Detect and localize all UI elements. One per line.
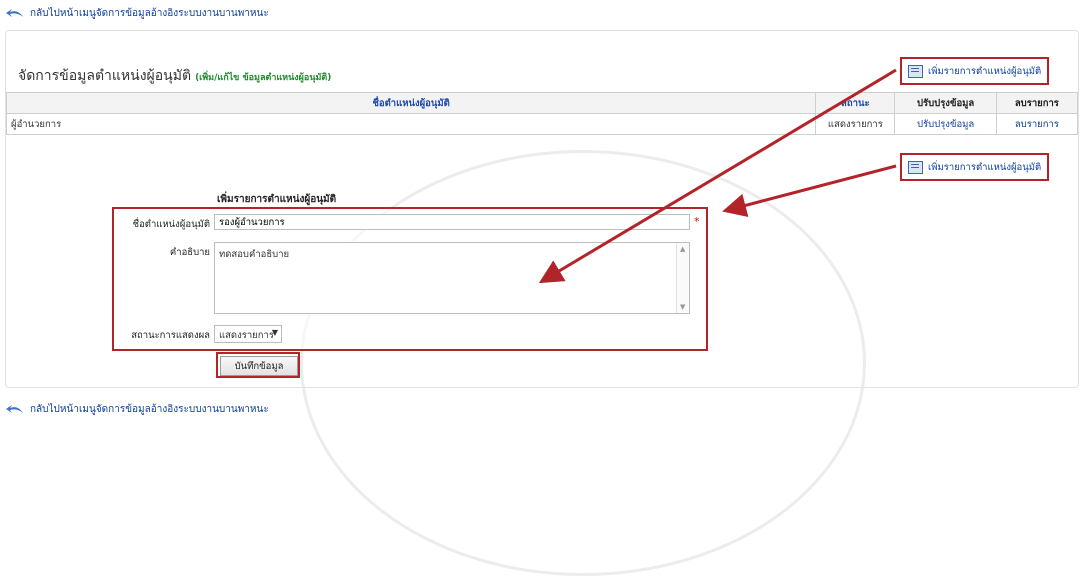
- arrow-to-form-right: [722, 164, 897, 218]
- back-arrow-icon: [6, 404, 23, 413]
- arrow-to-form-left: [538, 68, 897, 284]
- back-link-text[interactable]: กลับไปหน้าเมนูจัดการข้อมูลอ้างอิงระบบงาน…: [30, 402, 269, 417]
- annotation-arrows: [538, 68, 897, 284]
- back-link-bottom[interactable]: กลับไปหน้าเมนูจัดการข้อมูลอ้างอิงระบบงาน…: [6, 402, 269, 417]
